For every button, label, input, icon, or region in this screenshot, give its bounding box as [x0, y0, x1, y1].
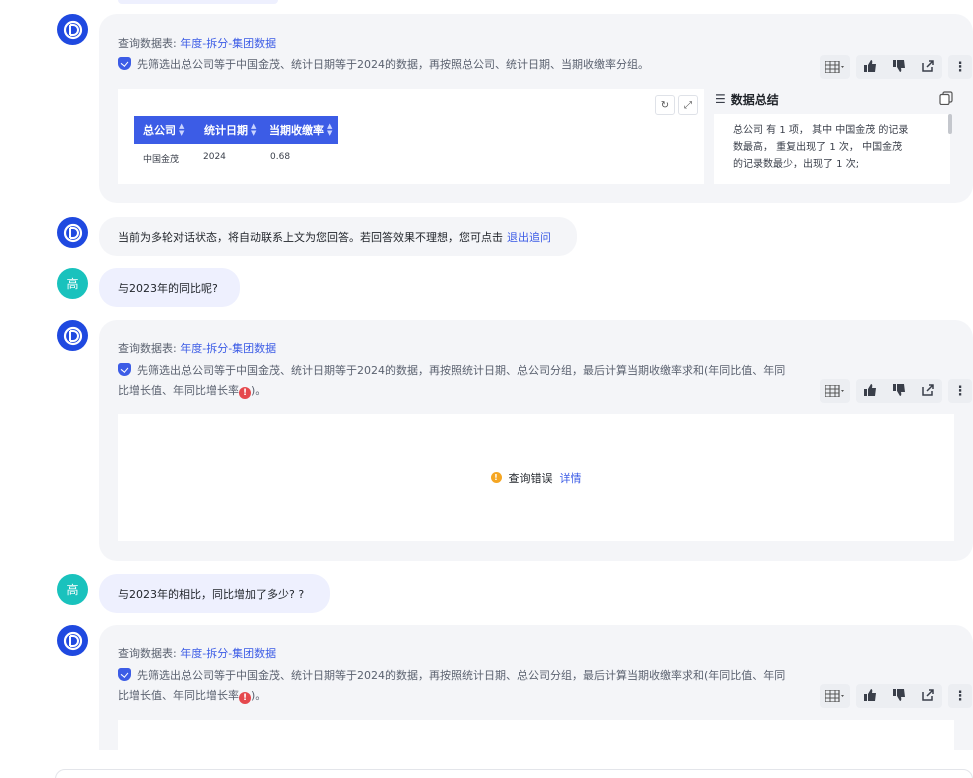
fullscreen-icon[interactable]: ⤢ [678, 95, 698, 115]
result-table-panel: ↻ ⤢ 总公司 ▲ ▼ 统计日期 ▲ ▼ 当期收缴率 ▲ ▼ 中国金茂 2024 0.68 [118, 89, 704, 184]
copy-icon[interactable] [939, 90, 953, 108]
feedback-group [856, 684, 942, 708]
table-view-icon[interactable] [820, 684, 850, 708]
bot-message-card: 查询数据表: 年度-拆分-集团数据 先筛选出总公司等于中国金茂、统计日期等于20… [99, 320, 973, 561]
share-icon[interactable] [921, 688, 935, 705]
query-description: 先筛选出总公司等于中国金茂、统计日期等于2024的数据，再按照统计日期、总公司分… [118, 363, 786, 399]
user-avatar: 高 [57, 268, 88, 299]
table-cell: 中国金茂 [143, 155, 180, 165]
summary-line: 的记录数最少，出现了 1 次; [733, 159, 860, 170]
table-cell: 2024 [203, 152, 226, 162]
thumbs-up-icon[interactable] [863, 688, 877, 705]
query-table-line: 查询数据表: 年度-拆分-集团数据 [118, 647, 277, 660]
table-header-date[interactable]: 统计日期 ▲ ▼ [195, 116, 261, 144]
share-icon[interactable] [921, 59, 935, 76]
chat-input-box[interactable] [55, 769, 973, 778]
bot-avatar-icon [57, 320, 88, 351]
bot-message-card: 查询数据表: 年度-拆分-集团数据 先筛选出总公司等于中国金茂、统计日期等于20… [99, 14, 973, 203]
error-detail-link[interactable]: 详情 [560, 470, 582, 486]
previous-message-edge [118, 0, 278, 4]
table-view-icon[interactable] [820, 55, 850, 79]
shield-icon [118, 668, 131, 681]
more-icon[interactable]: ⋮ [948, 684, 972, 708]
thumbs-up-icon[interactable] [863, 383, 877, 400]
bot-avatar-icon [57, 625, 88, 656]
error-icon[interactable]: ! [239, 387, 251, 399]
bot-message-card: 查询数据表: 年度-拆分-集团数据 先筛选出总公司等于中国金茂、统计日期等于20… [99, 625, 973, 750]
user-message: 与2023年的相比，同比增加了多少? ? [99, 574, 330, 613]
query-table-link[interactable]: 年度-拆分-集团数据 [180, 647, 276, 660]
summary-panel: 总公司 有 1 项， 其中 中国金茂 的记录 数最高， 重复出现了 1 次， 中… [714, 114, 952, 184]
thumbs-down-icon[interactable] [892, 383, 906, 400]
more-icon[interactable]: ⋮ [948, 379, 972, 403]
result-panel [118, 720, 954, 750]
bot-avatar-icon [57, 14, 88, 45]
table-header-rate[interactable]: 当期收缴率 ▲ ▼ [261, 116, 338, 144]
warning-icon: ! [490, 472, 502, 483]
query-table-line: 查询数据表: 年度-拆分-集团数据 [118, 342, 277, 355]
feedback-group [856, 379, 942, 403]
user-avatar: 高 [57, 574, 88, 605]
shield-icon [118, 363, 131, 376]
refresh-icon[interactable]: ↻ [655, 95, 675, 115]
summary-header: ☰ 数据总结 [715, 89, 955, 109]
share-icon[interactable] [921, 383, 935, 400]
table-header-company[interactable]: 总公司 ▲ ▼ [134, 116, 195, 144]
shield-icon [118, 57, 131, 70]
feedback-group [856, 55, 942, 79]
message-toolbar: ⋮ [820, 55, 972, 79]
summary-scrollbar[interactable] [948, 114, 952, 134]
query-description: 先筛选出总公司等于中国金茂、统计日期等于2024的数据，再按照统计日期、总公司分… [118, 668, 786, 704]
error-text: 查询错误 [508, 471, 553, 485]
query-description: 先筛选出总公司等于中国金茂、统计日期等于2024的数据，再按照总公司、统计日期、… [118, 55, 649, 75]
query-table-link[interactable]: 年度-拆分-集团数据 [180, 37, 276, 50]
result-error-panel: ! 查询错误 详情 [118, 414, 954, 541]
message-toolbar: ⋮ [820, 684, 972, 708]
more-icon[interactable]: ⋮ [948, 55, 972, 79]
error-icon[interactable]: ! [239, 692, 251, 704]
summary-line: 数最高， 重复出现了 1 次， 中国金茂 [733, 142, 903, 153]
list-icon: ☰ [715, 92, 726, 106]
thumbs-down-icon[interactable] [892, 59, 906, 76]
summary-title: 数据总结 [730, 92, 779, 107]
exit-followup-link[interactable]: 退出追问 [507, 229, 551, 245]
thumbs-up-icon[interactable] [863, 59, 877, 76]
bot-avatar-icon [57, 217, 88, 248]
table-view-icon[interactable] [820, 379, 850, 403]
user-message: 与2023年的同比呢? [99, 268, 240, 307]
message-toolbar: ⋮ [820, 379, 972, 403]
multi-turn-notice: 当前为多轮对话状态，将自动联系上文为您回答。若回答效果不理想，您可点击 退出追问 [99, 217, 577, 256]
table-cell: 0.68 [270, 152, 291, 162]
summary-line: 总公司 有 1 项， 其中 中国金茂 的记录 [733, 125, 909, 136]
query-table-line: 查询数据表: 年度-拆分-集团数据 [118, 37, 277, 50]
query-table-link[interactable]: 年度-拆分-集团数据 [180, 342, 276, 355]
thumbs-down-icon[interactable] [892, 688, 906, 705]
